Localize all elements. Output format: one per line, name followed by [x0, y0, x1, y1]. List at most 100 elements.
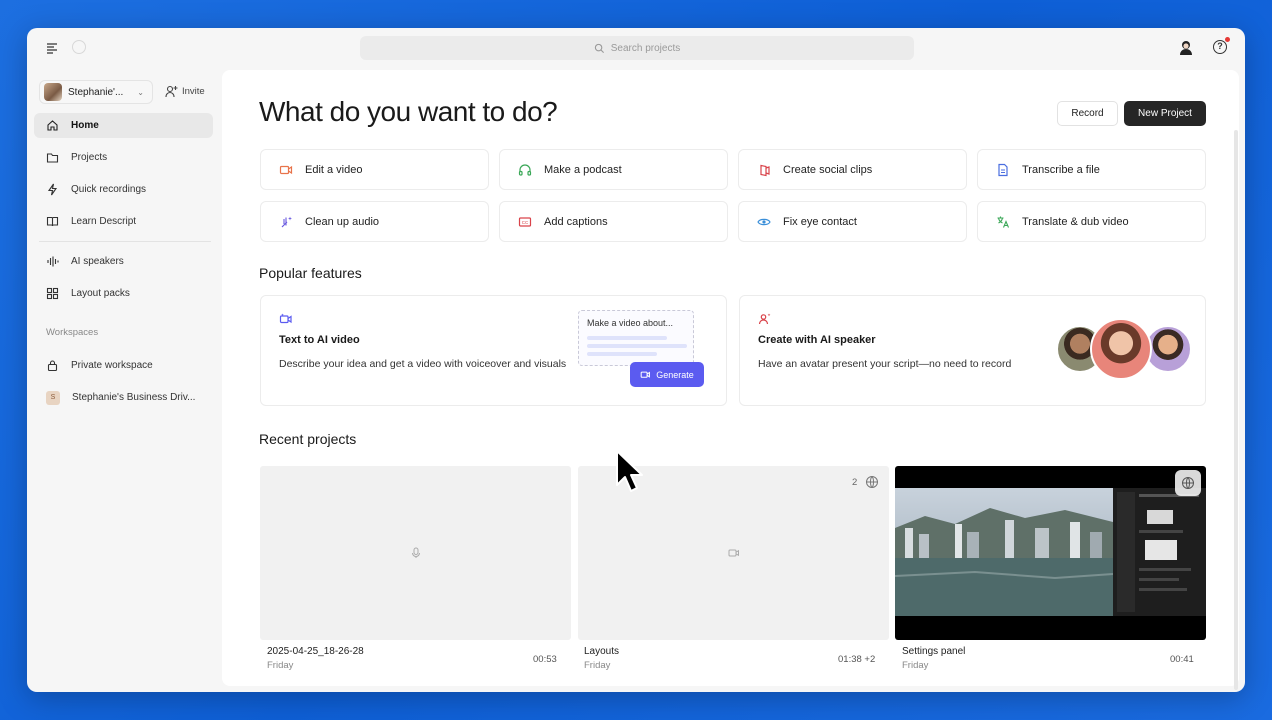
project-name[interactable]: 2025-04-25_18-26-28 [267, 646, 364, 657]
globe-icon [1182, 477, 1194, 489]
translate-icon [997, 216, 1010, 228]
workspace-avatar [44, 83, 62, 101]
project-name[interactable]: Layouts [584, 646, 619, 657]
feature-text-to-ai-video[interactable]: Text to AI video Describe your idea and … [260, 295, 727, 406]
action-create-social-clips[interactable]: Create social clips [738, 149, 967, 190]
document-icon [998, 163, 1008, 176]
user-avatar-icon[interactable] [1178, 39, 1194, 55]
invite-button[interactable]: Invite [165, 85, 205, 98]
lock-icon [47, 360, 58, 372]
top-bar: Search projects ? [27, 28, 1245, 68]
sidebar-item-label: Private workspace [71, 360, 153, 371]
prompt-text: Make a video about... [587, 318, 674, 328]
captions-icon: CC [518, 216, 532, 227]
feature-description: Describe your idea and get a video with … [279, 358, 567, 370]
action-transcribe-file[interactable]: Transcribe a file [977, 149, 1206, 190]
globe-button[interactable] [1175, 470, 1201, 496]
ai-avatar-2 [1090, 318, 1152, 380]
project-day: Friday [902, 660, 929, 671]
chevron-down-icon: ⌄ [137, 87, 144, 97]
globe-icon[interactable] [865, 475, 879, 489]
sidebar-item-label: Stephanie's Business Driv... [72, 392, 196, 403]
popular-features-heading: Popular features [259, 265, 362, 281]
ai-speaker-icon [758, 313, 771, 325]
workspace-name: Stephanie'... [68, 86, 124, 98]
feature-title: Create with AI speaker [758, 334, 876, 346]
main-panel: What do you want to do? Record New Proje… [222, 70, 1239, 690]
home-icon [47, 120, 58, 131]
business-drive-avatar: S [46, 390, 60, 405]
prompt-line [587, 344, 687, 348]
folder-icon [46, 153, 59, 163]
help-icon[interactable]: ? [1213, 40, 1227, 54]
page-title: What do you want to do? [259, 96, 558, 127]
project-duration: 00:41 [1170, 654, 1194, 665]
project-duration: 00:53 [533, 654, 557, 665]
headphones-icon [518, 163, 532, 176]
feature-title: Text to AI video [279, 334, 360, 346]
action-translate-dub-video[interactable]: Translate & dub video [977, 201, 1206, 242]
action-label: Transcribe a file [1022, 163, 1100, 176]
feature-create-with-ai-speaker[interactable]: Create with AI speaker Have an avatar pr… [739, 295, 1206, 406]
project-day: Friday [267, 660, 294, 671]
sidebar-item-label: Projects [71, 152, 108, 163]
sidebar-item-layout-packs[interactable]: Layout packs [34, 281, 213, 306]
action-label: Clean up audio [305, 215, 380, 228]
microphone-icon [411, 547, 420, 558]
svg-text:CC: CC [522, 220, 529, 225]
sidebar-item-home[interactable]: Home [34, 113, 213, 138]
action-make-podcast[interactable]: Make a podcast [499, 149, 728, 190]
sidebar-item-label: Learn Descript [71, 216, 137, 227]
action-clean-up-audio[interactable]: Clean up audio [260, 201, 489, 242]
workspace-switcher[interactable]: Stephanie'... ⌄ [39, 80, 153, 104]
menu-icon[interactable] [45, 41, 59, 55]
record-button[interactable]: Record [1057, 101, 1118, 126]
new-project-button[interactable]: New Project [1124, 101, 1206, 126]
action-edit-video[interactable]: Edit a video [260, 149, 489, 190]
search-icon [594, 43, 604, 53]
eye-icon [757, 218, 771, 225]
project-card-video-thumbnail[interactable] [895, 466, 1206, 640]
prompt-line [587, 336, 667, 340]
video-icon [728, 549, 739, 557]
search-placeholder: Search projects [610, 42, 681, 54]
sidebar: Stephanie'... ⌄ Invite Home Projects Qui… [27, 68, 222, 692]
generate-label: Generate [656, 369, 694, 380]
book-icon [46, 216, 59, 227]
sparkle-wand-icon [281, 216, 292, 227]
sidebar-item-business-drive[interactable]: S Stephanie's Business Driv... [34, 385, 213, 410]
app-window: Search projects ? Stephanie'... ⌄ Invite [27, 28, 1245, 692]
action-fix-eye-contact[interactable]: Fix eye contact [738, 201, 967, 242]
prompt-line [587, 352, 657, 356]
video-camera-icon [279, 165, 293, 174]
prompt-preview: Make a video about... [578, 310, 694, 366]
sidebar-item-label: AI speakers [71, 256, 124, 267]
action-label: Create social clips [783, 163, 873, 176]
sidebar-item-projects[interactable]: Projects [34, 145, 213, 170]
workspaces-heading: Workspaces [46, 327, 99, 338]
scrollbar[interactable] [1234, 130, 1238, 690]
sidebar-item-private-workspace[interactable]: Private workspace [34, 353, 213, 378]
sidebar-divider [39, 241, 211, 242]
action-label: Make a podcast [544, 163, 622, 176]
project-name[interactable]: Settings panel [902, 646, 965, 657]
sidebar-item-label: Layout packs [71, 288, 130, 299]
generate-button[interactable]: Generate [630, 362, 704, 387]
language-count: 2 [852, 477, 858, 488]
recent-projects-heading: Recent projects [259, 431, 357, 447]
sidebar-item-learn-descript[interactable]: Learn Descript [34, 209, 213, 234]
add-user-icon [165, 85, 178, 98]
sync-icon[interactable] [72, 40, 86, 54]
mouse-cursor-icon [616, 450, 643, 492]
action-add-captions[interactable]: CC Add captions [499, 201, 728, 242]
project-duration: 01:38 +2 [838, 654, 876, 665]
waveform-icon [47, 256, 59, 267]
sidebar-item-ai-speakers[interactable]: AI speakers [34, 249, 213, 274]
project-day: Friday [584, 660, 611, 671]
sidebar-item-quick-recordings[interactable]: Quick recordings [34, 177, 213, 202]
sidebar-item-label: Home [71, 120, 99, 131]
project-card[interactable] [260, 466, 571, 640]
invite-label: Invite [182, 86, 205, 97]
search-bar[interactable]: Search projects [360, 36, 914, 60]
social-clip-icon [760, 164, 770, 176]
